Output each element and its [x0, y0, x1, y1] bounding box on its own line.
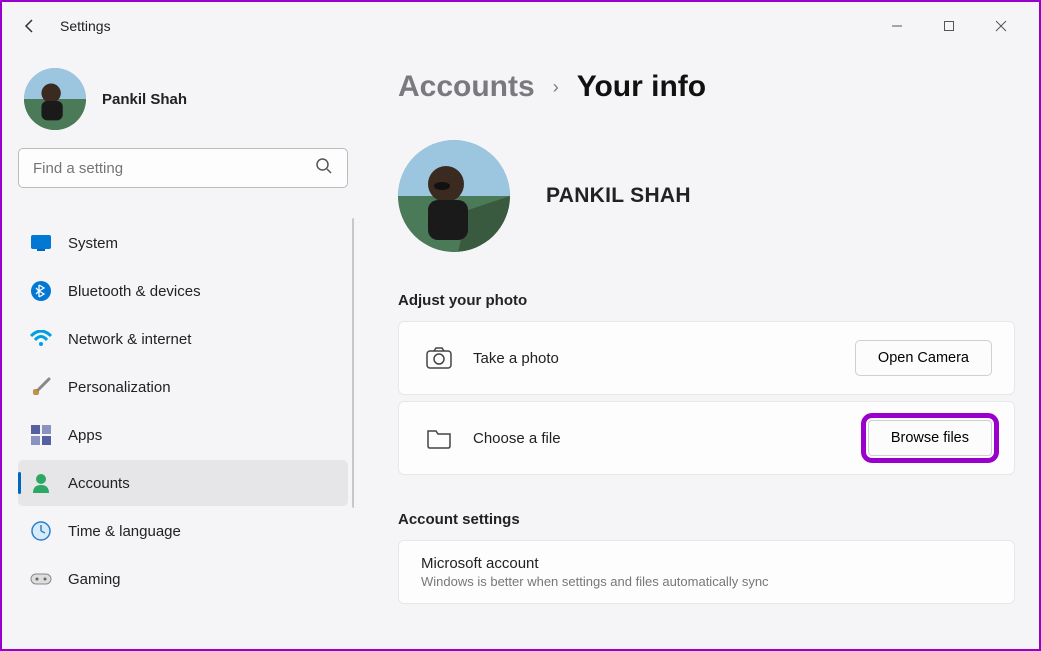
sidebar-item-personalization[interactable]: Personalization	[18, 364, 348, 410]
sidebar-item-system[interactable]: System	[18, 220, 348, 266]
choose-file-card: Choose a file Browse files	[398, 401, 1015, 475]
sidebar-item-label: Personalization	[68, 379, 171, 396]
user-display-name: Pankil Shah	[102, 91, 187, 108]
sidebar-item-gaming[interactable]: Gaming	[18, 556, 348, 602]
sidebar-item-bluetooth[interactable]: Bluetooth & devices	[18, 268, 348, 314]
sidebar-item-label: Gaming	[68, 571, 121, 588]
user-profile-block[interactable]: Pankil Shah	[18, 60, 354, 148]
section-heading-account-settings: Account settings	[398, 511, 1015, 528]
microsoft-account-title: Microsoft account	[421, 555, 539, 572]
scrollbar[interactable]	[352, 218, 354, 508]
clock-icon	[30, 520, 52, 542]
minimize-button[interactable]	[881, 10, 913, 42]
sidebar-item-accounts[interactable]: Accounts	[18, 460, 348, 506]
browse-files-button[interactable]: Browse files	[868, 420, 992, 456]
take-photo-label: Take a photo	[473, 350, 855, 367]
minimize-icon	[891, 20, 903, 32]
sidebar-item-network[interactable]: Network & internet	[18, 316, 348, 362]
avatar	[24, 68, 86, 130]
person-icon	[30, 472, 52, 494]
page-title: Your info	[577, 70, 706, 104]
sidebar-item-label: Accounts	[68, 475, 130, 492]
system-icon	[30, 232, 52, 254]
microsoft-account-subtitle: Windows is better when settings and file…	[421, 574, 769, 589]
wifi-icon	[30, 328, 52, 350]
sidebar-item-label: Apps	[68, 427, 102, 444]
search-input[interactable]	[33, 160, 315, 177]
close-button[interactable]	[985, 10, 1017, 42]
folder-icon	[421, 427, 457, 449]
section-heading-adjust-photo: Adjust your photo	[398, 292, 1015, 309]
brush-icon	[30, 376, 52, 398]
maximize-button[interactable]	[933, 10, 965, 42]
sidebar-item-label: Network & internet	[68, 331, 191, 348]
bluetooth-icon	[30, 280, 52, 302]
breadcrumb-parent[interactable]: Accounts	[398, 70, 535, 104]
sidebar-item-label: System	[68, 235, 118, 252]
window-title: Settings	[60, 18, 111, 34]
search-input-container[interactable]	[18, 148, 348, 188]
open-camera-button[interactable]: Open Camera	[855, 340, 992, 376]
camera-icon	[421, 347, 457, 369]
close-icon	[995, 20, 1007, 32]
sidebar-item-label: Time & language	[68, 523, 181, 540]
sidebar-item-label: Bluetooth & devices	[68, 283, 201, 300]
arrow-left-icon	[22, 18, 38, 34]
search-icon	[315, 157, 333, 180]
apps-icon	[30, 424, 52, 446]
chevron-right-icon: ›	[553, 77, 559, 98]
maximize-icon	[943, 20, 955, 32]
profile-avatar	[398, 140, 510, 252]
profile-display-name: PANKIL SHAH	[546, 184, 691, 208]
breadcrumb: Accounts › Your info	[398, 70, 1015, 104]
take-photo-card: Take a photo Open Camera	[398, 321, 1015, 395]
choose-file-label: Choose a file	[473, 430, 868, 447]
back-button[interactable]	[12, 8, 48, 44]
microsoft-account-card[interactable]: Microsoft account Windows is better when…	[398, 540, 1015, 604]
gamepad-icon	[30, 568, 52, 590]
sidebar-item-apps[interactable]: Apps	[18, 412, 348, 458]
sidebar-item-time-language[interactable]: Time & language	[18, 508, 348, 554]
